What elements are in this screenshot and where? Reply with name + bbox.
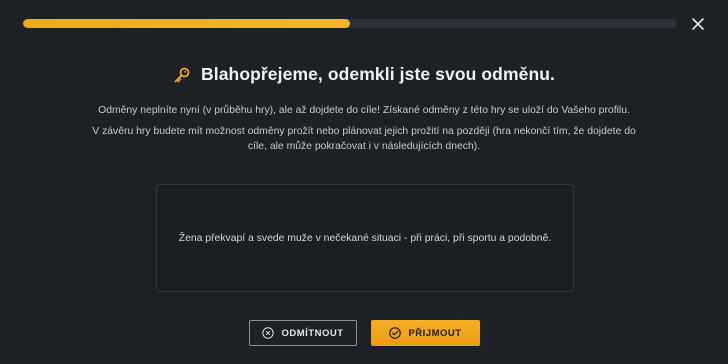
reward-text: Žena překvapí a svede muže v nečekané si… xyxy=(178,232,552,244)
dialog-description-2: V závěru hry budete mít možnost odměny p… xyxy=(92,126,636,152)
progress-bar-fill xyxy=(23,19,350,28)
decline-button-label: ODMÍTNOUT xyxy=(281,327,344,339)
accept-button-label: PŘIJMOUT xyxy=(408,327,462,339)
close-icon xyxy=(692,18,704,30)
dialog-title: Blahopřejeme, odemkli jste svou odměnu. xyxy=(201,64,555,84)
key-icon xyxy=(173,66,191,84)
reward-card: Žena překvapí a svede muže v nečekané si… xyxy=(156,184,574,292)
dialog-description-1: Odměny neplníte nyní (v průběhu hry), al… xyxy=(98,105,630,116)
close-button[interactable] xyxy=(688,14,708,34)
accept-button[interactable]: PŘIJMOUT xyxy=(371,320,480,346)
decline-button[interactable]: ODMÍTNOUT xyxy=(249,320,357,346)
dialog-heading: Blahopřejeme, odemkli jste svou odměnu. xyxy=(0,64,728,85)
close-circle-icon xyxy=(262,327,275,339)
check-circle-icon xyxy=(389,327,402,339)
progress-bar xyxy=(23,19,677,28)
